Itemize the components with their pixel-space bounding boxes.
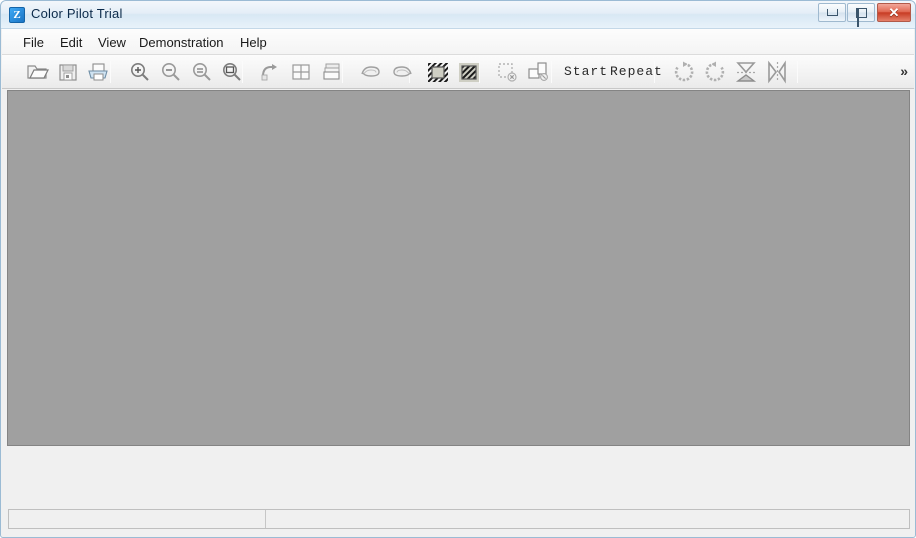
status-divider — [265, 510, 266, 528]
flip-vertical-button[interactable] — [732, 58, 760, 86]
selection-clear-button[interactable] — [493, 58, 521, 86]
zoom-fit-icon — [221, 61, 243, 83]
layers-button[interactable] — [318, 58, 346, 86]
copy-region-icon — [526, 60, 550, 84]
zoom-fit-button[interactable] — [218, 58, 246, 86]
toolbar-overflow-button[interactable]: » — [900, 63, 908, 79]
selection-clear-icon — [495, 60, 519, 84]
application-window: Z Color Pilot Trial ✕ File Edit View Dem… — [0, 0, 916, 538]
status-bar — [8, 509, 910, 529]
zoom-in-icon — [129, 61, 151, 83]
layers-icon — [321, 61, 343, 83]
flip-vertical-icon — [734, 60, 758, 84]
frame-border-icon — [426, 60, 450, 84]
bottom-panel: ◀ ▶ ▲ ▼ B W D L ✓ Auto Soft Soft G — [2, 447, 915, 505]
toolbar: Start Repeat — [2, 55, 914, 89]
lasso-left-icon — [359, 62, 383, 82]
zoom-reset-button[interactable] — [188, 58, 216, 86]
window-title: Color Pilot Trial — [31, 6, 123, 21]
menu-item-edit[interactable]: Edit — [53, 33, 89, 52]
maximize-icon — [848, 4, 874, 21]
save-file-icon — [57, 61, 79, 83]
minimize-icon — [819, 4, 845, 21]
fill-hatch-icon — [457, 60, 481, 84]
zoom-out-button[interactable] — [157, 58, 185, 86]
grid-split-icon — [290, 61, 312, 83]
close-button[interactable]: ✕ — [877, 3, 911, 22]
minimize-button[interactable] — [818, 3, 846, 22]
menu-item-view[interactable]: View — [91, 33, 133, 52]
fill-hatch-button[interactable] — [455, 58, 483, 86]
rotate-ccw-button[interactable] — [701, 58, 729, 86]
app-logo-icon: Z — [9, 7, 25, 23]
maximize-button[interactable] — [847, 3, 875, 22]
menu-item-file[interactable]: File — [16, 33, 51, 52]
flip-horizontal-icon — [765, 60, 789, 84]
close-icon: ✕ — [878, 4, 910, 21]
rotate-cw-button[interactable] — [670, 58, 698, 86]
rotate-cw-icon — [672, 60, 696, 84]
frame-border-button[interactable] — [424, 58, 452, 86]
zoom-reset-icon — [191, 61, 213, 83]
rotate-ccw-icon — [703, 60, 727, 84]
toolbar-separator — [797, 61, 798, 83]
start-button[interactable]: Start — [564, 62, 608, 82]
print-icon — [86, 61, 110, 83]
undo-curve-icon — [259, 61, 281, 83]
print-button[interactable] — [84, 58, 112, 86]
lasso-right-icon — [390, 62, 414, 82]
menu-item-help[interactable]: Help — [233, 33, 274, 52]
undo-curve-button[interactable] — [256, 58, 284, 86]
zoom-in-button[interactable] — [126, 58, 154, 86]
repeat-button[interactable]: Repeat — [610, 62, 663, 82]
image-canvas[interactable] — [7, 90, 910, 446]
lasso-left-button[interactable] — [357, 58, 385, 86]
menu-bar: File Edit View Demonstration Help — [2, 29, 914, 55]
zoom-out-icon — [160, 61, 182, 83]
save-file-button[interactable] — [54, 58, 82, 86]
flip-horizontal-button[interactable] — [763, 58, 791, 86]
menu-item-demonstration[interactable]: Demonstration — [132, 33, 231, 52]
open-file-button[interactable] — [24, 58, 52, 86]
title-bar: Z Color Pilot Trial ✕ — [1, 1, 915, 29]
lasso-right-button[interactable] — [388, 58, 416, 86]
copy-region-button[interactable] — [524, 58, 552, 86]
open-file-icon — [26, 61, 50, 83]
grid-split-button[interactable] — [287, 58, 315, 86]
